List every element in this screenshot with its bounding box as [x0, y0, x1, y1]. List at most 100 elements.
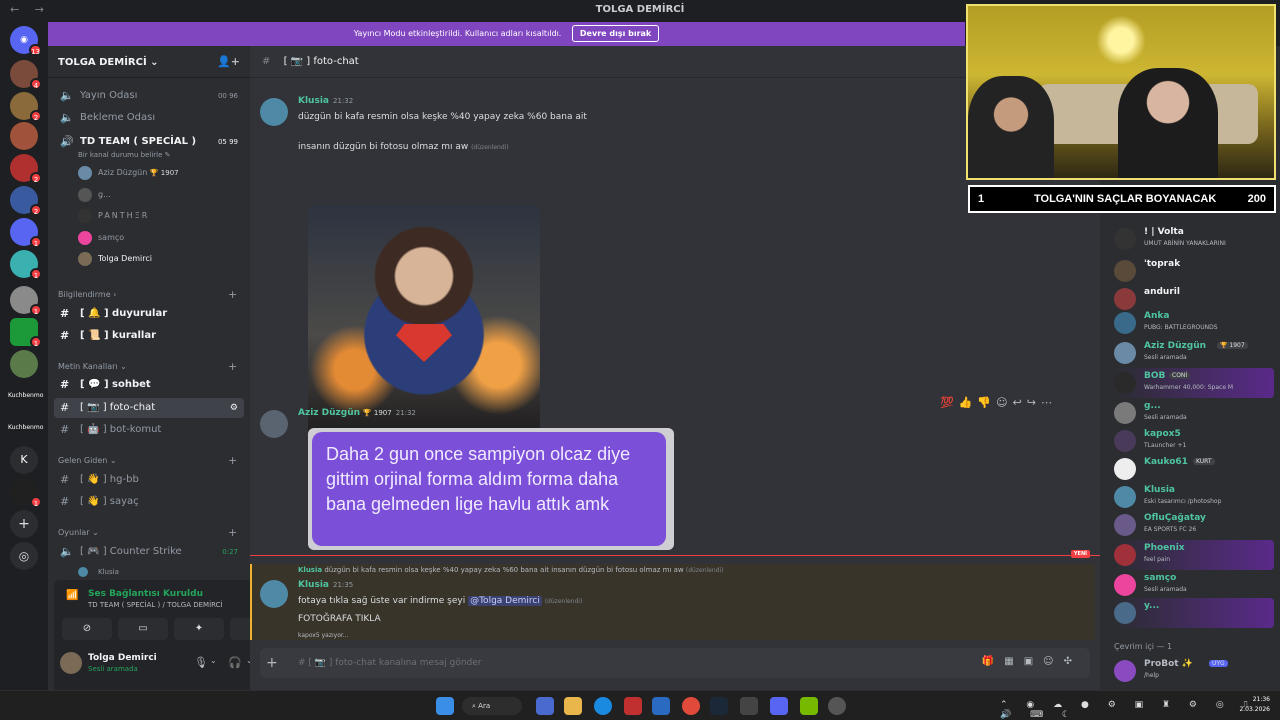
file-explorer-icon[interactable] [564, 697, 582, 715]
steam-icon[interactable] [710, 697, 728, 715]
add-channel-icon[interactable]: + [228, 454, 237, 467]
taskbar-search[interactable]: ⌕ Ara [462, 697, 522, 715]
disable-streamer-mode-button[interactable]: Devre dışı bırak [571, 25, 660, 42]
discover-icon[interactable]: ◎ [10, 542, 38, 570]
app-icon[interactable] [740, 697, 758, 715]
widgets-icon[interactable] [536, 697, 554, 715]
add-channel-icon[interactable]: + [228, 360, 237, 373]
voice-channel-counter-strike[interactable]: 🔈[ 🎮 ] Counter Strike 0:27 [54, 542, 244, 562]
voice-member[interactable]: Tolga Demirci [78, 250, 152, 268]
screen-share-button[interactable]: ▭ [118, 618, 168, 640]
server-text-icon[interactable]: Kuchbenmo [8, 414, 43, 442]
edge-icon[interactable] [594, 697, 612, 715]
gif-icon[interactable]: ▦ [1004, 656, 1023, 667]
app-icon[interactable] [624, 697, 642, 715]
voice-channel-td-team[interactable]: 🔊 TD TEAM ( SPECİAL ) 05 99 [54, 132, 244, 152]
member-item[interactable]: ! | Volta UMUT ABİNİN YANAKLARINI [1114, 224, 1274, 254]
avatar[interactable] [60, 652, 82, 674]
voice-member[interactable]: Aziz Düzgün 🏆 1907 [78, 164, 179, 182]
member-item[interactable]: Aziz Düzgün 🏆 1907 Sesli aramada [1114, 338, 1274, 368]
message[interactable]: Klusia 21:32 düzgün bi kafa resmin olsa k… [260, 96, 1080, 440]
category-gelen-giden[interactable]: Gelen Giden ⌄ + [58, 454, 237, 467]
category-bilgilendirme[interactable]: Bilgilendirme › + [58, 288, 237, 301]
server-icon[interactable] [10, 350, 38, 378]
channel-sayac[interactable]: #[ 👋 ] sayaç [54, 492, 244, 512]
voice-member[interactable]: samço [78, 229, 124, 247]
voice-member[interactable]: Klusia [78, 563, 119, 581]
add-channel-icon[interactable]: + [228, 288, 237, 301]
server-icon[interactable]: 2 [10, 154, 42, 184]
app-icon[interactable] [828, 697, 846, 715]
avatar[interactable] [260, 580, 288, 608]
server-icon[interactable]: 1 [10, 218, 42, 248]
add-channel-icon[interactable]: + [228, 526, 237, 539]
avatar[interactable] [260, 98, 288, 126]
member-item-probot[interactable]: ProBot ✨ UYG/help [1114, 656, 1274, 686]
message[interactable]: Aziz Düzgün 🏆 1907 21:32 Daha 2 gun once … [260, 408, 1080, 558]
attached-image[interactable] [308, 206, 540, 440]
activities-button[interactable]: ✦ [174, 618, 224, 640]
category-metin[interactable]: Metin Kanalları ⌄ + [58, 360, 237, 373]
channel-status[interactable]: Bir kanal durumu belirle ✎ [78, 151, 171, 159]
message-input[interactable]: + # [ 📷 ] foto-chat kanalına mesaj gönde… [260, 648, 1090, 678]
server-icon[interactable]: 1 [10, 250, 42, 280]
server-icon[interactable]: 2 [10, 92, 42, 122]
windows-start-icon[interactable] [436, 697, 454, 715]
headphones-icon[interactable]: 🎧 [228, 656, 242, 669]
member-item[interactable]: samço Sesli aramada [1114, 570, 1274, 600]
nvidia-icon[interactable] [800, 697, 818, 715]
discord-taskbar-icon[interactable] [770, 697, 788, 715]
channel-foto-chat[interactable]: #[ 📷 ] foto-chat ⚙ [54, 398, 244, 418]
member-item[interactable]: Anka PUBG: BATTLEGROUNDS [1114, 308, 1274, 338]
member-item[interactable]: Kauko61 KURT [1114, 454, 1274, 484]
microphone-icon[interactable]: 🎙 [194, 656, 208, 669]
discord-home-icon[interactable]: ◉ 13 [10, 26, 42, 56]
channel-duyurular[interactable]: #[ 🔔 ] duyurular [54, 304, 244, 324]
voice-status-title[interactable]: Ses Bağlantısı Kuruldu [88, 589, 203, 599]
kick-server-icon[interactable]: 1 [10, 318, 42, 348]
voice-member[interactable]: PANTHΞR [78, 207, 149, 225]
server-icon[interactable]: 1 [10, 286, 42, 316]
add-member-icon[interactable]: 👤+ [217, 55, 240, 68]
server-icon[interactable]: 1 [10, 478, 42, 508]
channel-sohbet[interactable]: #[ 💬 ] sohbet [54, 375, 244, 395]
voice-member[interactable]: g... [78, 186, 111, 204]
server-icon[interactable]: 2 [10, 186, 42, 216]
chevron-down-icon[interactable]: ⌄ [210, 656, 217, 665]
member-item[interactable]: Klusia Eski tasarımcı /photoshop [1114, 482, 1274, 512]
server-text-icon[interactable]: Kuchbenmo [8, 382, 43, 410]
channel-bot-komut[interactable]: #[ 🤖 ] bot-komut [54, 420, 244, 440]
member-item[interactable]: y... [1114, 598, 1274, 628]
guild-header[interactable]: TOLGA DEMİRCİ ⌄ 👤+ [48, 46, 250, 78]
settings-icon[interactable]: ⚙ [230, 398, 238, 418]
member-item[interactable]: Phoenix feel pain [1114, 540, 1274, 570]
add-server-icon[interactable]: + [10, 510, 38, 538]
emoji-icon[interactable]: ☺ [1043, 656, 1063, 667]
taskbar-clock[interactable]: 21:36 2.03.2026 [1224, 695, 1270, 715]
server-letter-icon[interactable]: K [10, 446, 38, 474]
attached-image[interactable]: Daha 2 gun once sampiyon olcaz diye gitt… [308, 428, 674, 550]
voice-channel-yayin[interactable]: 🔈 Yayın Odası 00 96 [54, 86, 244, 106]
voice-channel-bekleme[interactable]: 🔈 Bekleme Odası [54, 108, 244, 128]
category-oyunlar[interactable]: Oyunlar ⌄ + [58, 526, 237, 539]
avatar[interactable] [260, 410, 288, 438]
channel-hg-bb[interactable]: #[ 👋 ] hg-bb [54, 470, 244, 490]
member-item[interactable]: kapox5 TLauncher +1 [1114, 426, 1274, 456]
camera-off-button[interactable]: ⊘ [62, 618, 112, 640]
member-item[interactable]: g... Sesli aramada [1114, 398, 1274, 428]
sticker-icon[interactable]: ▣ [1024, 656, 1043, 667]
app-icon[interactable] [652, 697, 670, 715]
message[interactable]: Klusia düzgün bi kafa resmin olsa keşke … [260, 566, 1080, 636]
chrome-icon[interactable] [682, 697, 700, 715]
apps-icon[interactable]: ✣ [1064, 656, 1082, 667]
add-attachment-icon[interactable]: + [266, 655, 278, 671]
member-item[interactable]: OfluÇağatay EA SPORTS FC 26 [1114, 510, 1274, 540]
server-icon[interactable] [10, 122, 38, 150]
channel-kurallar[interactable]: #[ 📜 ] kurallar [54, 326, 244, 346]
reply-preview[interactable]: Klusia düzgün bi kafa resmin olsa keşke … [298, 566, 723, 574]
user-name[interactable]: Tolga Demirci [88, 653, 157, 663]
server-icon[interactable]: 4 [10, 60, 42, 90]
user-mention[interactable]: @Tolga Demirci [468, 596, 542, 606]
member-item[interactable]: BOB CONİ Warhammer 40,000: Space M [1114, 368, 1274, 398]
gift-icon[interactable]: 🎁 [982, 656, 1004, 667]
